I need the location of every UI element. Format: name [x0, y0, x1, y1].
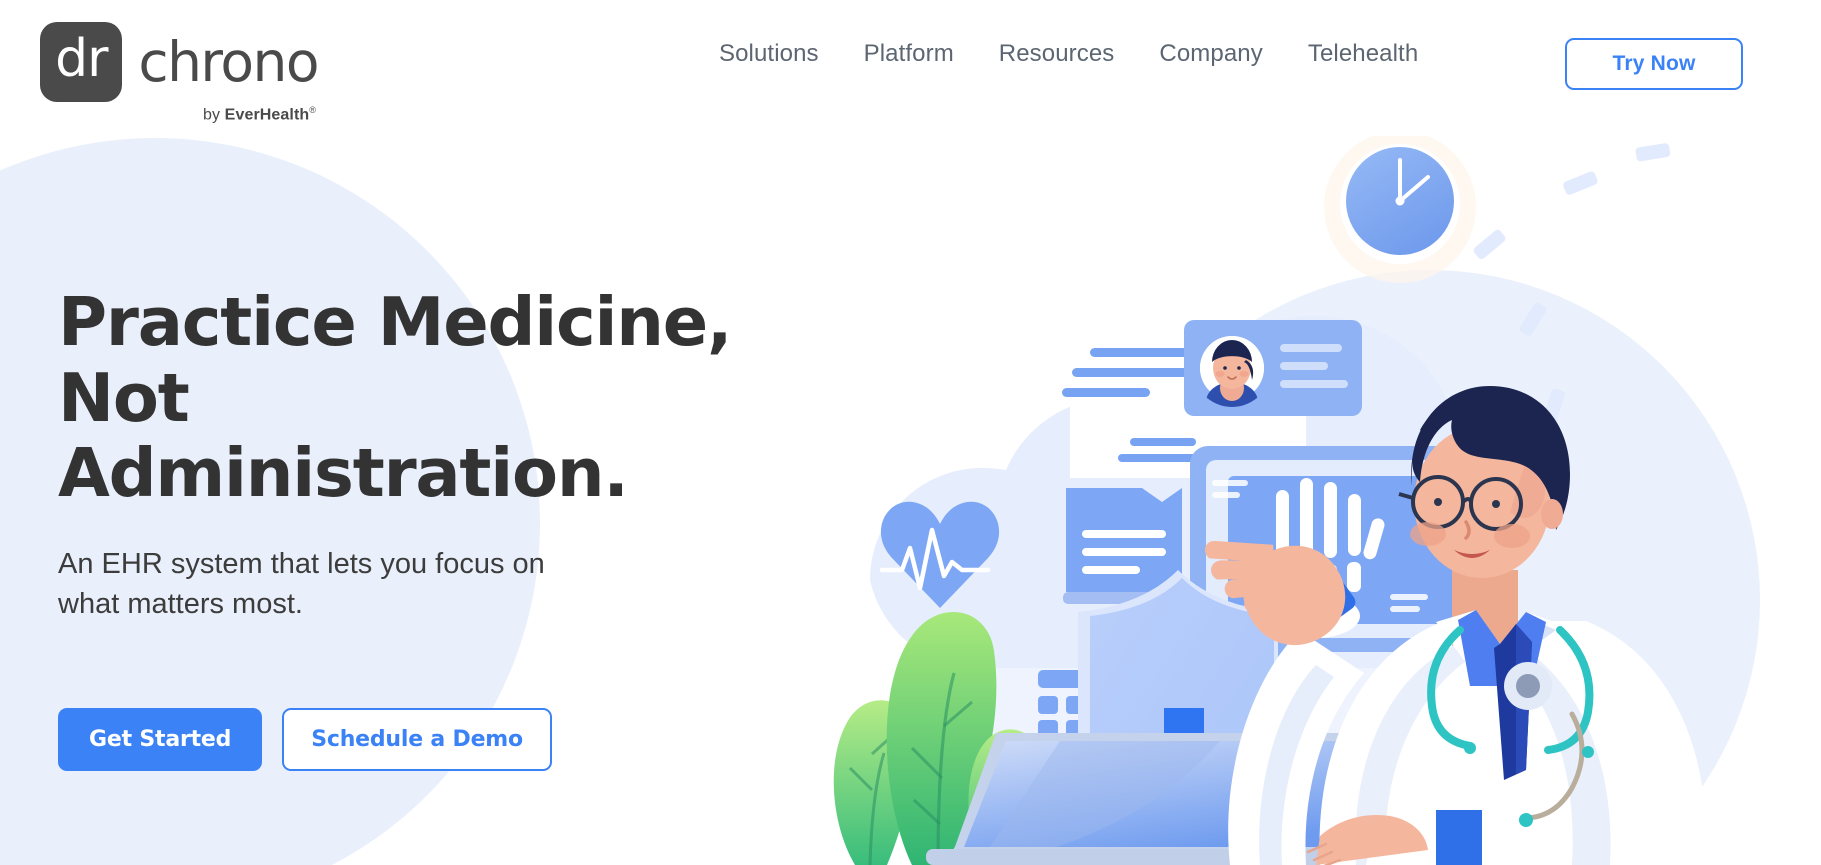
registered-mark-icon: ®	[309, 105, 316, 115]
hero-content: Practice Medicine, Not Administration. A…	[58, 283, 758, 772]
hero-page: dr chrono by EverHealth® Solutions Platf…	[0, 0, 1821, 865]
logo-tagline: by EverHealth®	[203, 105, 316, 124]
logo-badge-text: dr	[55, 29, 108, 89]
main-navigation: Solutions Platform Resources Company Tel…	[719, 40, 1418, 68]
hero-title-line-1: Practice Medicine,	[58, 283, 732, 361]
nav-item-resources[interactable]: Resources	[999, 40, 1115, 68]
try-now-button[interactable]: Try Now	[1565, 38, 1743, 90]
logo-wordmark: chrono	[138, 29, 319, 94]
hero-title-line-2: Not	[58, 358, 190, 437]
hero-cta-group: Get Started Schedule a Demo	[58, 708, 758, 772]
patient-id-card	[1184, 320, 1362, 416]
brand-logo[interactable]: dr chrono by EverHealth®	[33, 22, 319, 124]
logo-tagline-brand: EverHealth	[224, 106, 310, 124]
hero-subtitle-line-2: what matters most.	[58, 588, 303, 621]
logo-tagline-prefix: by	[203, 106, 225, 124]
nav-item-telehealth[interactable]: Telehealth	[1308, 40, 1418, 68]
get-started-button[interactable]: Get Started	[58, 708, 263, 772]
hero-subtitle: An EHR system that lets you focus on wha…	[58, 544, 688, 624]
hero-subtitle-line-1: An EHR system that lets you focus on	[58, 548, 545, 581]
dr-badge-icon: dr	[40, 22, 123, 102]
nav-item-company[interactable]: Company	[1159, 40, 1262, 68]
hero-title-line-3: Administration.	[58, 434, 629, 513]
schedule-demo-button[interactable]: Schedule a Demo	[282, 708, 552, 772]
hero-illustration: 118 78 80	[760, 130, 1821, 865]
clock-icon	[1324, 131, 1476, 283]
nav-item-platform[interactable]: Platform	[864, 40, 954, 68]
site-header: dr chrono by EverHealth® Solutions Platf…	[0, 0, 1821, 136]
logo-lockup: dr chrono	[40, 22, 319, 102]
nav-item-solutions[interactable]: Solutions	[719, 40, 819, 68]
page-title: Practice Medicine, Not Administration.	[58, 283, 758, 513]
hero-illustration-svg: 118 78 80	[833, 131, 1760, 865]
